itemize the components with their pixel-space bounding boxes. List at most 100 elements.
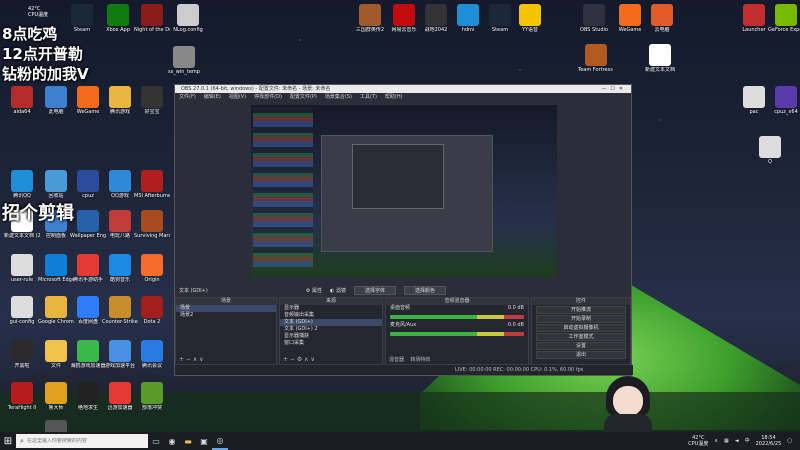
desktop-icon[interactable]: 绝地求生 [70, 382, 106, 411]
tab-transitions[interactable]: 转场特效 [410, 357, 430, 363]
desktop-icon[interactable]: 腾讯会议 [134, 340, 170, 369]
desktop-icon[interactable]: Launcher [736, 4, 772, 33]
app-taskbar-icon[interactable]: ▣ [196, 432, 212, 450]
menu-docks[interactable]: 停靠部件(D) [254, 93, 282, 102]
tray-weather[interactable]: 42°C CPU温度 [688, 435, 708, 447]
desktop-icon[interactable]: 网易云音乐 [386, 4, 422, 33]
desktop-icon[interactable]: 开黑啦 [4, 340, 40, 369]
menu-tools[interactable]: 工具(T) [360, 93, 377, 102]
desktop-icon[interactable]: 新建文本文档 [642, 44, 678, 73]
desktop-icon[interactable]: Microsoft Edge [38, 254, 74, 283]
desktop-icon[interactable]: Origin [134, 254, 170, 283]
menu-file[interactable]: 文件(F) [179, 93, 196, 102]
desktop-icon[interactable]: Q [752, 136, 788, 165]
desktop-icon[interactable]: 电玩八路 [102, 210, 138, 239]
source-item[interactable]: 窗口采集 [280, 340, 382, 347]
desktop-icon[interactable]: 好宝宝 [134, 86, 170, 115]
menu-scene-collection[interactable]: 场景集合(S) [325, 93, 352, 102]
desktop-icon[interactable]: Counter-Strike Global Off [102, 296, 138, 325]
menu-view[interactable]: 视图(V) [229, 93, 246, 102]
obs-preview[interactable] [251, 105, 557, 277]
select-color-button[interactable]: 选择颜色 [403, 285, 446, 295]
filters-button[interactable]: ◐ 滤镜 [330, 287, 346, 294]
desktop-icon[interactable]: hdmi [450, 4, 486, 33]
desktop-icon[interactable]: Team Fortress 2 [578, 44, 614, 73]
desktop-icon[interactable]: NLog.config [170, 4, 206, 33]
desktop-icon[interactable]: 酷狗音乐 [102, 254, 138, 283]
source-item[interactable]: 显示器捕获 [280, 333, 382, 340]
obs-taskbar-icon[interactable]: ◎ [212, 432, 228, 450]
desktop-icon[interactable]: Wallpaper Engine [70, 210, 106, 239]
select-font-button[interactable]: 选择字体 [353, 285, 396, 295]
windows-start-icon[interactable]: ⊞ [0, 432, 16, 450]
desktop-icon[interactable]: 战地2042 [418, 4, 454, 33]
desktop-icon[interactable]: cpuz [70, 170, 106, 199]
desktop-icon[interactable]: user-rule [4, 254, 40, 283]
scene-item[interactable]: 场景2 [176, 312, 276, 319]
desktop-icon[interactable]: OBS Studio [576, 4, 612, 33]
desktop-icon[interactable]: 云电脑 [644, 4, 680, 33]
notification-icon[interactable]: ▢ [787, 438, 792, 444]
start-streaming-button[interactable]: 开始推流 [536, 306, 626, 314]
desktop-icon[interactable]: 腾讯游戏 [102, 86, 138, 115]
source-item[interactable]: 音频输出采集 [280, 312, 382, 319]
tray-volume-icon[interactable]: ◄ [735, 438, 739, 444]
exit-button[interactable]: 退出 [536, 351, 626, 359]
desktop-icon[interactable]: YY语音 [512, 4, 548, 33]
desktop-icon[interactable]: ss_win_temp [166, 46, 202, 75]
desktop-icon[interactable]: Dota 2 [134, 296, 170, 325]
settings-button[interactable]: 设置 [536, 342, 626, 350]
window-controls[interactable]: —☐✕ [601, 85, 627, 93]
desktop-icon[interactable]: 三国群英传2 [352, 4, 388, 33]
task-view-icon[interactable]: ▭ [148, 432, 164, 450]
file-explorer-taskbar-icon[interactable]: ▬ [180, 432, 196, 450]
desktop-icon[interactable]: 百度网盘 [70, 296, 106, 325]
virtual-camera-button[interactable]: 启动虚拟摄像机 [536, 324, 626, 332]
desktop-icon[interactable]: Xbox App [100, 4, 136, 33]
desktop-icon[interactable]: 海鸥游戏加速器 [70, 340, 106, 369]
desktop-icon[interactable]: aida64 [4, 86, 40, 115]
desktop-icon[interactable]: cpuz_x64 [768, 86, 800, 115]
desktop-icon[interactable]: MSI Afterburner [134, 170, 170, 199]
source-item[interactable]: 显示器 [280, 305, 382, 312]
desktop-audio-meter[interactable] [390, 315, 524, 319]
taskbar-search[interactable]: ⌕ [16, 434, 148, 448]
search-input[interactable] [26, 438, 137, 444]
source-item[interactable]: 文本 (GDI+) [280, 319, 382, 326]
studio-mode-button[interactable]: 工作室模式 [536, 333, 626, 341]
source-item[interactable]: 文本 (GDI+) 2 [280, 326, 382, 333]
mic-audio-meter[interactable] [390, 332, 524, 336]
desktop-icon[interactable]: WeGame [70, 86, 106, 115]
desktop-icon[interactable]: 鲁大师 [38, 382, 74, 411]
desktop-icon[interactable]: 文件 [38, 340, 74, 369]
tray-ime-indicator[interactable]: 中 [745, 438, 750, 444]
start-recording-button[interactable]: 开始录制 [536, 315, 626, 323]
desktop-icon[interactable]: 腾讯QQ [4, 170, 40, 199]
scenes-dock-toolbar[interactable]: + − ∧ ∨ [176, 356, 276, 364]
desktop-icon[interactable]: QQ游戏 [102, 170, 138, 199]
desktop-icon[interactable]: Night of the Dead [134, 4, 170, 33]
properties-button[interactable]: ⚙ 属性 [306, 287, 322, 294]
tray-chevron-up-icon[interactable]: ∧ [714, 438, 718, 444]
tab-mixer[interactable]: 混音器 [389, 357, 404, 363]
desktop-icon[interactable]: 此电脑 [38, 86, 74, 115]
sources-dock-toolbar[interactable]: + − ⚙ ∧ ∨ [280, 356, 382, 364]
desktop-icon[interactable]: 部落冲突 [134, 382, 170, 411]
obs-titlebar[interactable]: OBS 27.0.1 (64-bit, windows) - 配置文件: 未命名… [175, 85, 631, 93]
desktop-icon[interactable]: Google Chrome [38, 296, 74, 325]
tray-network-icon[interactable]: ▦ [724, 438, 729, 444]
desktop-icon[interactable]: 迅游加速器 [102, 382, 138, 411]
desktop-icon[interactable]: 游戏加速平台 [102, 340, 138, 369]
scene-item[interactable]: 场景 [176, 305, 276, 312]
obs-window[interactable]: OBS 27.0.1 (64-bit, windows) - 配置文件: 未命名… [174, 84, 633, 376]
desktop-icon[interactable]: 回收站 [38, 170, 74, 199]
desktop-icon[interactable]: WeGame [612, 4, 648, 33]
desktop-icon[interactable]: gui-config [4, 296, 40, 325]
tray-clock[interactable]: 18:54 2022/6/25 [756, 435, 782, 447]
desktop-icon[interactable]: Surviving Mars [134, 210, 170, 239]
desktop-icon[interactable]: TeraHight II [4, 382, 40, 411]
menu-edit[interactable]: 编辑(E) [204, 93, 221, 102]
menu-profile[interactable]: 配置文件(P) [290, 93, 317, 102]
desktop-icon[interactable]: pac [736, 86, 772, 115]
chrome-taskbar-icon[interactable]: ◉ [164, 432, 180, 450]
